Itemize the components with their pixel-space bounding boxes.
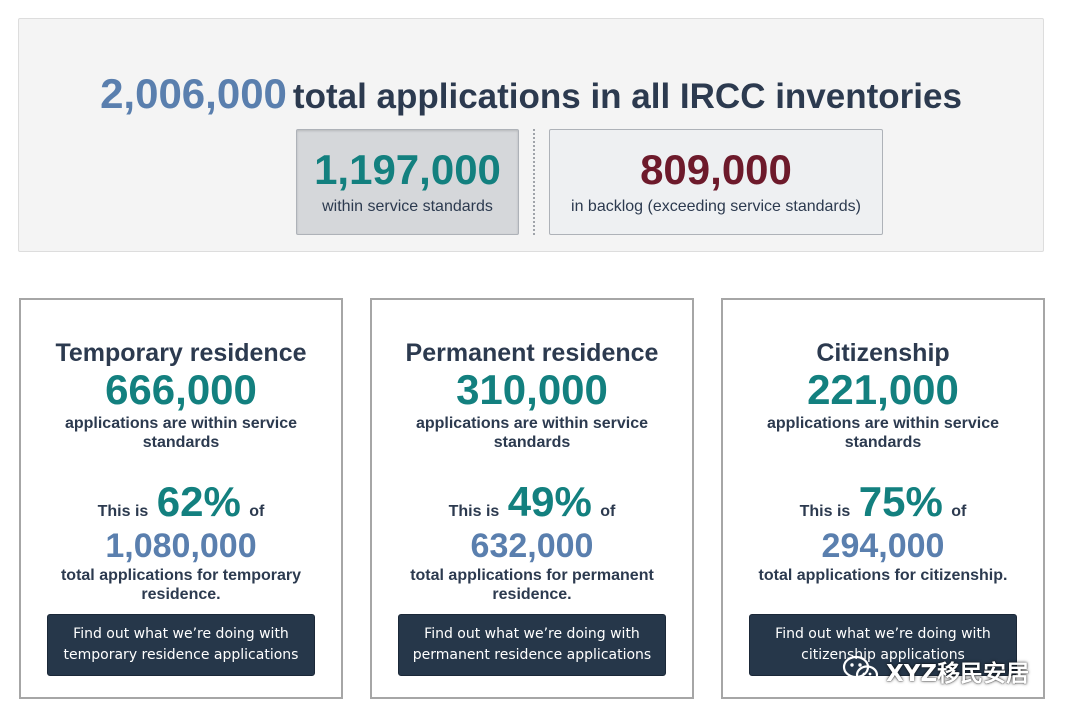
card-total-number: 632,000 bbox=[470, 527, 594, 565]
card-title: Citizenship bbox=[816, 339, 950, 367]
permanent-residence-action-button[interactable]: Find out what we’re doing with permanent… bbox=[398, 614, 666, 676]
card-this-is: This is bbox=[97, 503, 149, 520]
card-within-number: 666,000 bbox=[105, 366, 257, 413]
total-applications-text: total applications in all IRCC inventori… bbox=[292, 77, 962, 116]
dotted-divider bbox=[533, 129, 535, 235]
card-percent: 62% bbox=[156, 478, 241, 525]
card-of: of bbox=[951, 503, 967, 520]
card-percent: 75% bbox=[858, 478, 943, 525]
total-applications-number: 2,006,000 bbox=[100, 70, 287, 117]
card-of: of bbox=[600, 503, 616, 520]
watermark: XYZ移民安居 bbox=[842, 651, 1029, 691]
card-within-text: applications are within service standard… bbox=[64, 415, 298, 451]
card-total-number: 1,080,000 bbox=[105, 527, 257, 565]
watermark-text: XYZ移民安居 bbox=[886, 661, 1030, 687]
card-percent: 49% bbox=[507, 478, 592, 525]
total-headline: 2,006,000 total applications in all IRCC … bbox=[19, 73, 1043, 115]
card-total-number: 294,000 bbox=[821, 527, 945, 565]
card-within-number: 221,000 bbox=[807, 366, 959, 413]
card-total-text: total applications for citizenship. bbox=[758, 567, 1008, 584]
card-total-text: total applications for permanent residen… bbox=[410, 567, 654, 603]
card-total-text: total applications for temporary residen… bbox=[60, 567, 302, 603]
within-standards-box: 1,197,000 within service standards bbox=[296, 129, 519, 235]
card-title: Permanent residence bbox=[405, 339, 659, 367]
card-permanent-residence: Permanent residence 310,000 applications… bbox=[370, 298, 694, 699]
backlog-number: 809,000 bbox=[640, 146, 792, 193]
card-within-number: 310,000 bbox=[456, 366, 608, 413]
card-title: Temporary residence bbox=[55, 339, 307, 367]
backlog-box: 809,000 in backlog (exceeding service st… bbox=[549, 129, 883, 235]
card-this-is: This is bbox=[448, 503, 500, 520]
card-this-is: This is bbox=[799, 503, 851, 520]
card-within-text: applications are within service standard… bbox=[415, 415, 649, 451]
inventory-summary-panel: 2,006,000 total applications in all IRCC … bbox=[18, 18, 1044, 252]
card-citizenship: Citizenship 221,000 applications are wit… bbox=[721, 298, 1045, 699]
wechat-icon bbox=[842, 655, 879, 685]
within-standards-number: 1,197,000 bbox=[314, 146, 501, 193]
card-within-text: applications are within service standard… bbox=[766, 415, 1000, 451]
card-temporary-residence: Temporary residence 666,000 applications… bbox=[19, 298, 343, 699]
within-standards-label: within service standards bbox=[322, 198, 493, 215]
backlog-label: in backlog (exceeding service standards) bbox=[571, 198, 861, 215]
card-of: of bbox=[249, 503, 265, 520]
temporary-residence-action-button[interactable]: Find out what we’re doing with temporary… bbox=[47, 614, 315, 676]
